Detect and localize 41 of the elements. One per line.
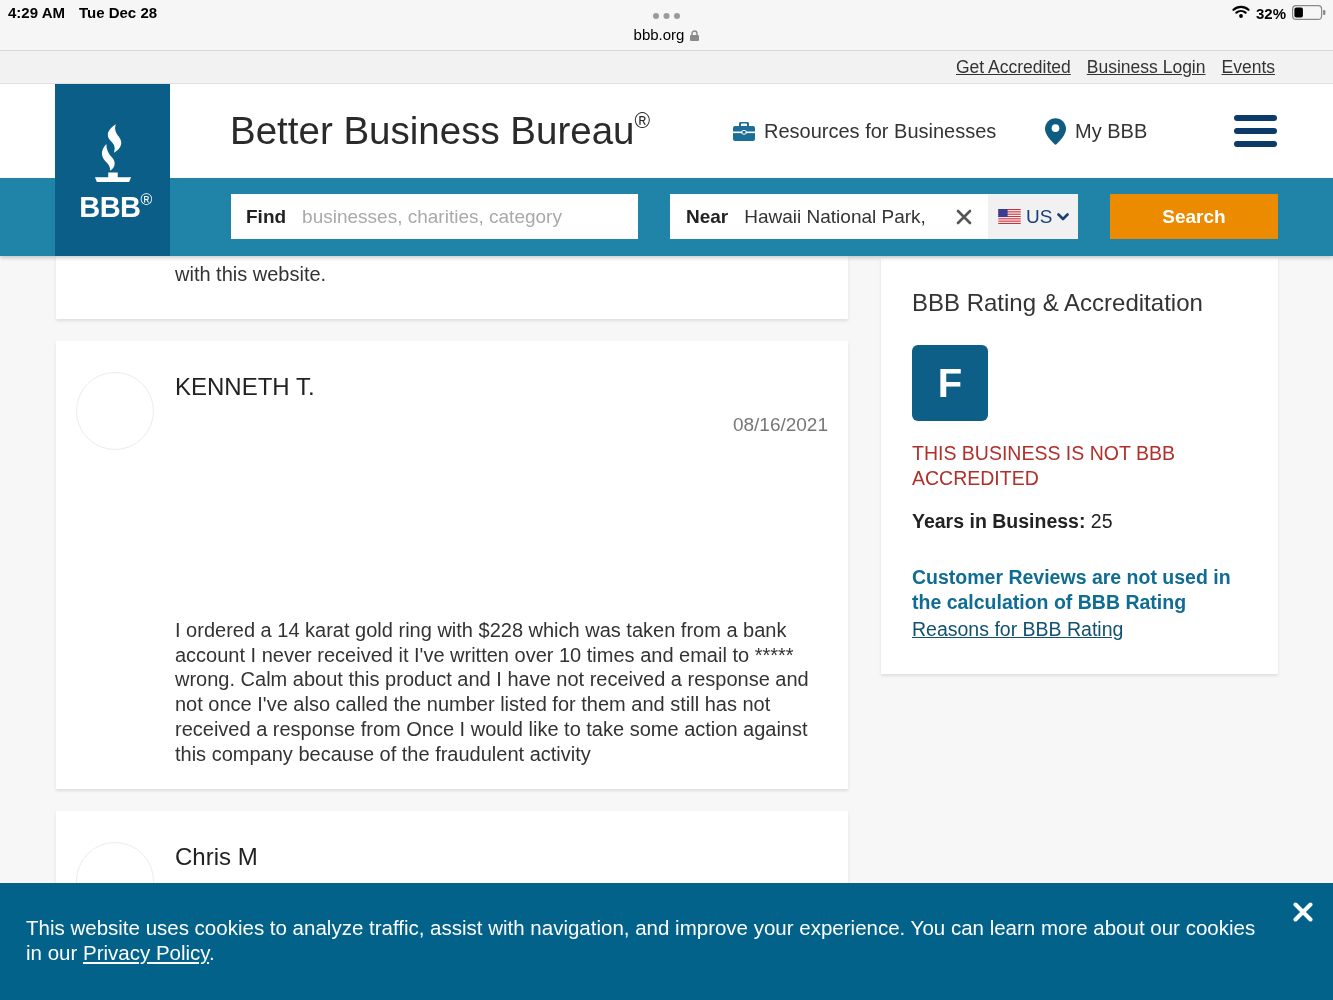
battery-percent: 32% [1255,5,1286,23]
top-link[interactable]: Get Accredited [956,57,1071,77]
close-icon[interactable] [956,208,972,225]
flag-icon [998,209,1021,224]
country-select[interactable]: US [988,194,1078,239]
nav-link[interactable]: Resources for Businesses [733,118,997,144]
site-title: Better Business Bureau$^{®}$ [230,108,651,154]
map-pin-icon [1045,117,1066,145]
review-text: I ordered a 14 karat gold ring with $228 which was taken from a bank account I never received it I've written over 10 times and email to ***** wrong. Calm about this product and I have not received a response and not once I've also called the number listed for them and still has not received a response from Once I would like to take some action against this company because of the fraudulent activity [175,617,810,767]
accreditation-status: THIS BUSINESS IS NOT BBB ACCREDITED [912,441,1176,491]
briefcase-icon [733,121,755,141]
menu-icon[interactable] [1234,115,1277,147]
rating-note: Customer Reviews are not used in the calculation of BBB Rating [912,565,1232,615]
dots-icon [653,13,680,19]
lock-icon [690,29,700,41]
find-input[interactable]: businesses, charities, category [302,203,623,230]
logo-text: BBB$^{®}$ [78,192,152,222]
wifi-icon [1231,5,1250,18]
find-label: Find [246,204,287,229]
rating-reasons-link[interactable]: Reasons for BBB Rating [912,617,1124,642]
battery-icon [1292,5,1326,20]
near-label: Near [686,204,729,229]
near-input[interactable]: Hawaii National Park, [744,203,948,230]
review-text: with this website. [175,262,328,287]
address-text[interactable]: bbb.org [633,26,685,44]
top-link[interactable]: Business Login [1086,57,1206,77]
near-field[interactable]: Near Hawaii National Park, [670,194,988,239]
reviewer-name: Chris M [175,841,259,872]
status-time: 4:29 AM [8,4,65,22]
status-date: Tue Dec 28 [78,4,158,22]
rating-title: BBB Rating & Accreditation [912,288,1204,318]
years-in-business: Years in Business: 25 [912,509,1114,533]
privacy-policy-link[interactable]: Privacy Policy [83,941,210,964]
cookie-notice: This website uses cookies to analyze traffic, assist with navigation, and improve your experience. You can learn more about our cookies in our Privacy Policy. [26,915,1257,965]
find-field[interactable]: Find businesses, charities, category [231,194,638,239]
reviewer-name: KENNETH T. [175,371,316,402]
top-link[interactable]: Events [1221,57,1275,77]
grade-badge: F [912,345,988,421]
review-date: 08/16/2021 [731,412,828,437]
nav-link[interactable]: My BBB [1045,117,1148,145]
chevron-down-icon [1057,212,1070,221]
